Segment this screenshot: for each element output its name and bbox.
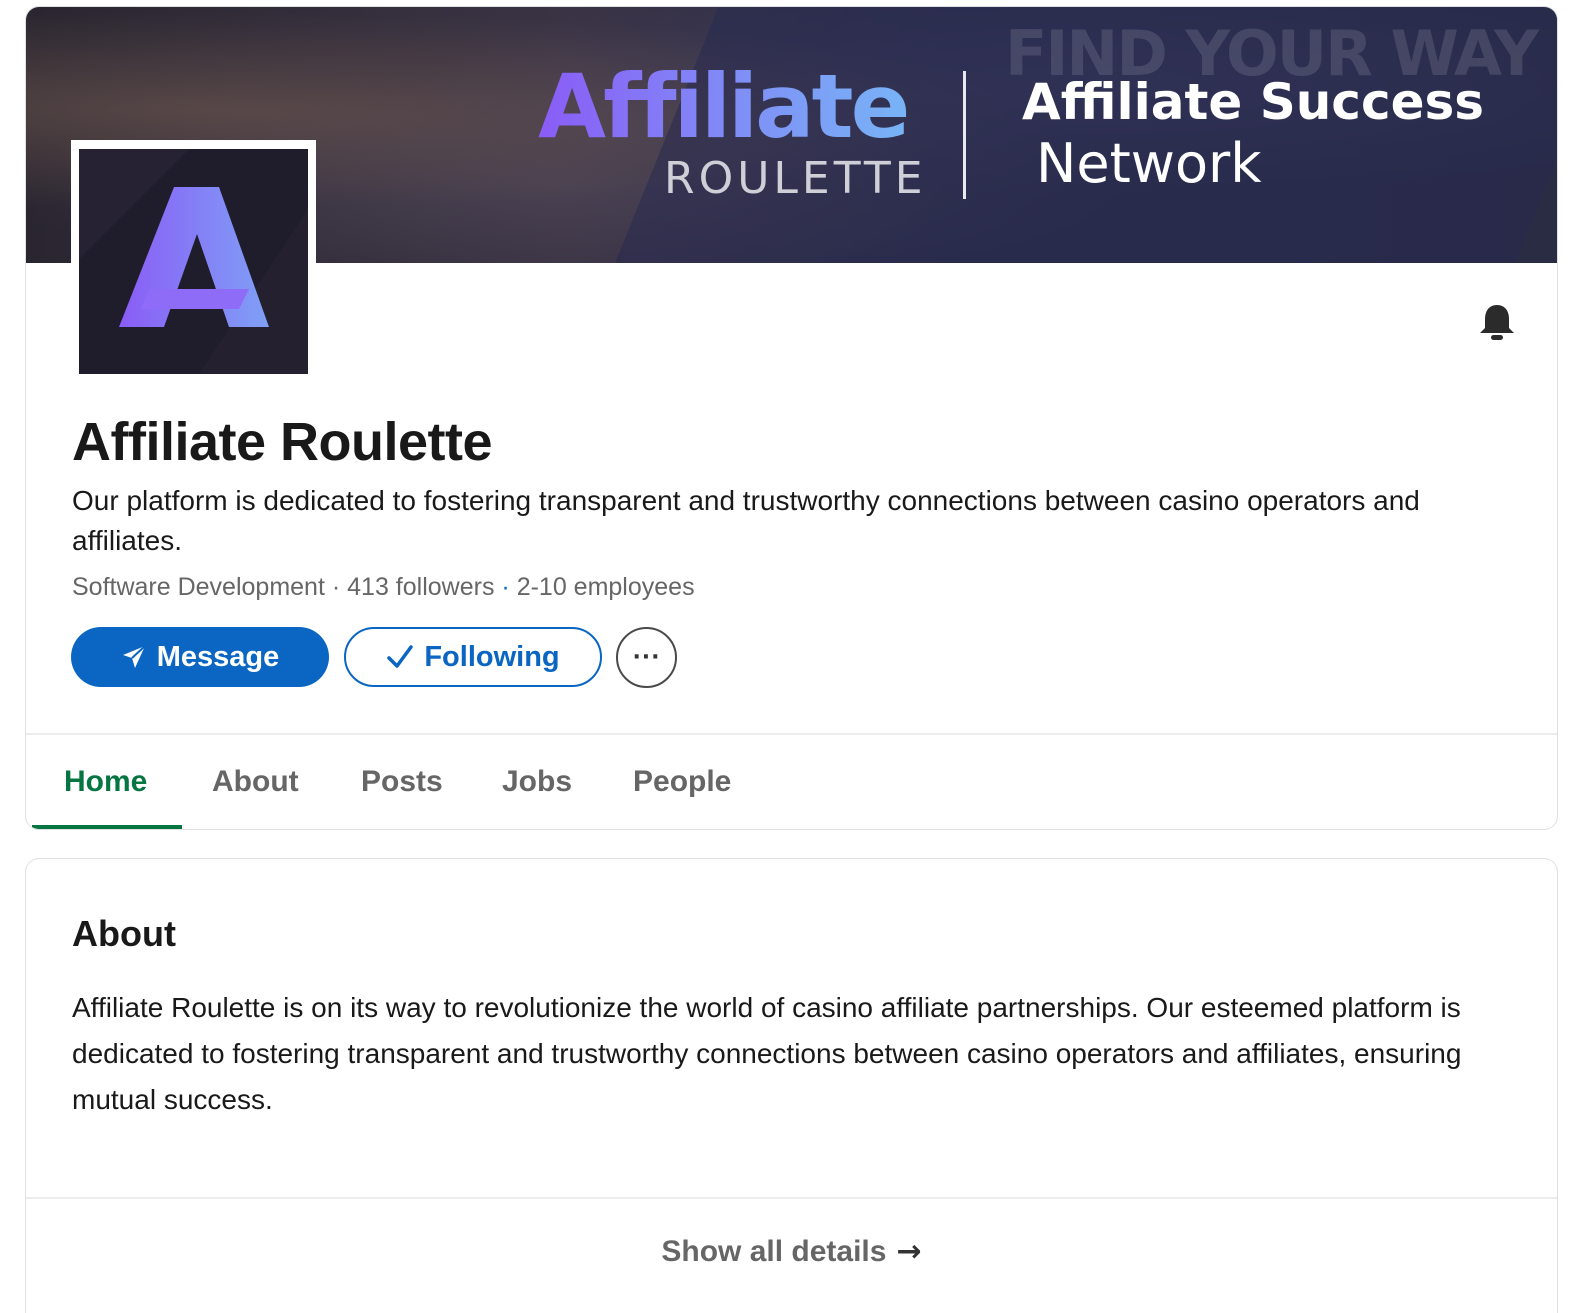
tab-jobs[interactable]: Jobs — [502, 765, 572, 799]
page-tabs: Home About Posts Jobs People — [26, 735, 1557, 829]
meta-separator: · — [331, 573, 341, 601]
tab-home[interactable]: Home — [64, 765, 147, 799]
send-icon — [121, 644, 147, 670]
about-heading: About — [72, 913, 176, 954]
ellipsis-icon: ··· — [632, 645, 661, 670]
message-button[interactable]: Message — [71, 627, 329, 687]
banner-logo-word: Affiliate — [538, 55, 910, 158]
following-label: Following — [424, 640, 560, 673]
about-card: About Affiliate Roulette is on its way t… — [25, 858, 1558, 1313]
company-employees[interactable]: 2-10 employees — [517, 573, 695, 601]
following-button[interactable]: Following — [344, 627, 602, 687]
about-divider — [26, 1197, 1557, 1199]
message-label: Message — [156, 640, 280, 673]
company-meta: Software Development · 413 followers · 2… — [72, 573, 695, 602]
letter-a-logo-icon — [79, 149, 308, 374]
banner-divider — [963, 71, 966, 199]
banner-title-line2: Network — [1036, 132, 1262, 195]
more-options-button[interactable]: ··· — [616, 627, 677, 688]
show-all-details-button[interactable]: Show all details → — [26, 1234, 1557, 1269]
arrow-right-icon: → — [896, 1234, 922, 1269]
tab-people[interactable]: People — [633, 765, 731, 799]
active-tab-indicator — [32, 825, 182, 829]
banner-logo-sub: ROULETTE — [664, 153, 927, 204]
banner-title-line1: Affiliate Success — [1022, 73, 1485, 131]
company-industry: Software Development — [72, 573, 325, 601]
about-text: Affiliate Roulette is on its way to revo… — [72, 992, 1462, 1115]
company-tagline: Our platform is dedicated to fostering t… — [72, 485, 1420, 556]
checkmark-icon — [386, 643, 414, 671]
tab-posts[interactable]: Posts — [361, 765, 443, 799]
company-followers[interactable]: 413 followers — [347, 573, 494, 601]
company-logo[interactable] — [71, 140, 316, 380]
tab-about[interactable]: About — [212, 765, 299, 799]
company-name: Affiliate Roulette — [72, 412, 493, 472]
show-all-label: Show all details — [661, 1235, 887, 1268]
meta-separator: · — [501, 573, 510, 601]
bell-icon[interactable] — [1476, 301, 1518, 343]
company-profile-card: FIND YOUR WAY Affiliate ROULETTE Affilia… — [25, 6, 1558, 830]
